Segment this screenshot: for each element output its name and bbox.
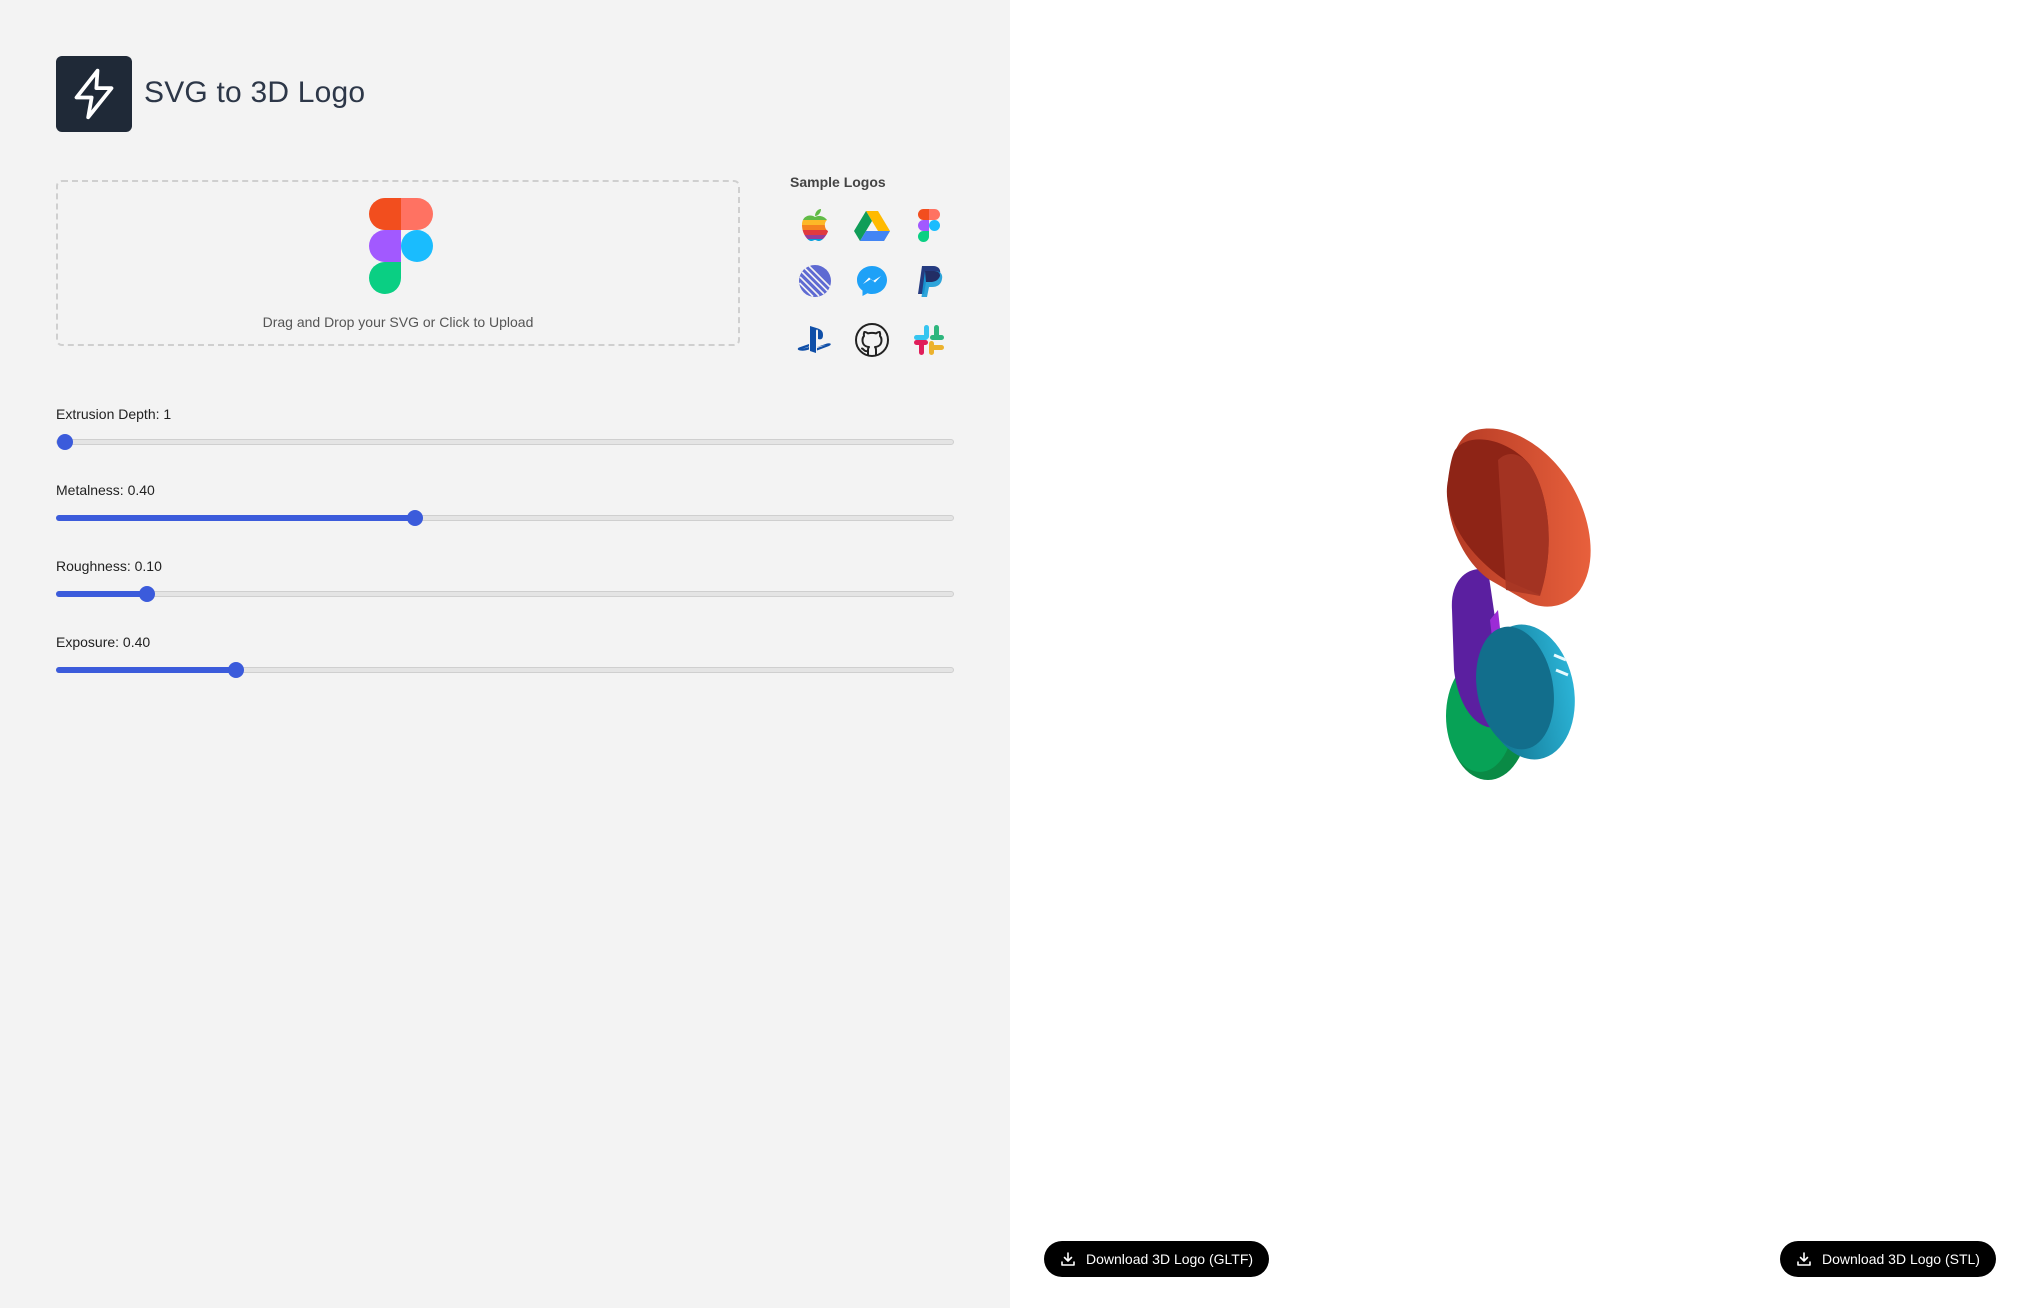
paypal-logo-icon bbox=[918, 266, 943, 297]
slider-thumb[interactable] bbox=[407, 510, 424, 526]
control-panel: SVG to 3D Logo Drag and Drop your SVG or… bbox=[0, 0, 1010, 1308]
messenger-logo-icon bbox=[857, 266, 887, 296]
lightning-icon bbox=[74, 68, 114, 120]
extrusion-depth-label: Extrusion Depth: 1 bbox=[56, 406, 172, 422]
apple-logo-icon bbox=[802, 209, 828, 242]
sample-playstation-logo[interactable] bbox=[795, 320, 835, 360]
slider-fill bbox=[56, 591, 146, 597]
roughness-slider[interactable] bbox=[56, 586, 954, 602]
exposure-label: Exposure: 0.40 bbox=[56, 634, 151, 650]
upload-hint: Drag and Drop your SVG or Click to Uploa… bbox=[262, 314, 534, 330]
linear-logo-icon bbox=[798, 265, 831, 298]
slack-logo-icon bbox=[914, 325, 944, 355]
3d-logo-viewport[interactable] bbox=[1380, 420, 1640, 800]
download-gltf-label: Download 3D Logo (GLTF) bbox=[1086, 1251, 1254, 1267]
sample-apple-logo[interactable] bbox=[795, 205, 835, 245]
app-logo bbox=[56, 56, 132, 132]
sample-linear-logo[interactable] bbox=[795, 261, 835, 301]
download-gltf-button[interactable]: Download 3D Logo (GLTF) bbox=[1044, 1241, 1270, 1277]
sample-paypal-logo[interactable] bbox=[909, 261, 949, 301]
app-title: SVG to 3D Logo bbox=[144, 76, 366, 109]
download-stl-label: Download 3D Logo (STL) bbox=[1822, 1251, 1980, 1267]
download-stl-button[interactable]: Download 3D Logo (STL) bbox=[1780, 1241, 1996, 1277]
google-drive-logo-icon bbox=[854, 211, 890, 241]
playstation-logo-icon bbox=[797, 326, 831, 353]
figma-logo-icon bbox=[369, 198, 433, 294]
download-icon bbox=[1061, 1252, 1075, 1266]
sample-google-drive-logo[interactable] bbox=[852, 205, 892, 245]
slider-thumb[interactable] bbox=[57, 434, 73, 450]
roughness-label: Roughness: 0.10 bbox=[56, 558, 162, 574]
figma-logo-icon bbox=[918, 208, 940, 242]
svg-upload-dropzone[interactable]: Drag and Drop your SVG or Click to Uploa… bbox=[56, 180, 740, 346]
metalness-slider[interactable] bbox=[56, 510, 954, 526]
sample-messenger-logo[interactable] bbox=[852, 261, 892, 301]
slider-fill bbox=[56, 515, 415, 521]
sample-slack-logo[interactable] bbox=[909, 320, 949, 360]
metalness-label: Metalness: 0.40 bbox=[56, 482, 155, 498]
sample-github-logo[interactable] bbox=[852, 320, 892, 360]
github-logo-icon bbox=[855, 323, 889, 357]
slider-fill bbox=[56, 667, 236, 673]
download-icon bbox=[1797, 1252, 1811, 1266]
sample-figma-logo[interactable] bbox=[909, 205, 949, 245]
slider-thumb[interactable] bbox=[228, 662, 245, 678]
sample-logos-title: Sample Logos bbox=[790, 174, 886, 190]
slider-thumb[interactable] bbox=[138, 586, 155, 602]
extrusion-depth-slider[interactable] bbox=[56, 434, 954, 450]
exposure-slider[interactable] bbox=[56, 662, 954, 678]
